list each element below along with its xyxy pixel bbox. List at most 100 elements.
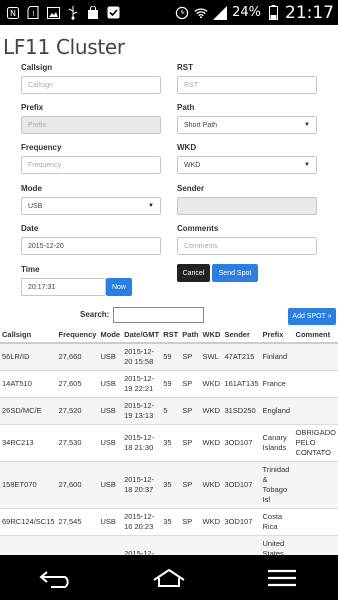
back-button[interactable] [26, 563, 86, 593]
sd-card-icon: ! [26, 6, 40, 20]
column-header-path[interactable]: Path [180, 327, 201, 344]
table-row[interactable]: 14AT510 27,605 USB 2015-12-19 22:21 59 SP WKD 1… [0, 370, 338, 398]
spots-table: Callsign Frequency Mode Date/GMT RST Path WKD S… [0, 327, 338, 555]
now-button[interactable]: Now [106, 278, 132, 296]
column-header-callsign[interactable]: Callsign [0, 327, 57, 344]
table-header-row: Callsign Frequency Mode Date/GMT RST Path WKD S… [0, 327, 338, 344]
search-label: Search: [80, 310, 110, 319]
comments-label: Comments [177, 224, 219, 233]
cell-comment [293, 535, 338, 555]
column-header-rst[interactable]: RST [161, 327, 181, 344]
prefix-label: Prefix [21, 103, 44, 112]
page-title: LF11 Cluster [3, 35, 125, 59]
cell-sender: 3OD107 [222, 535, 261, 555]
callsign-label: Callsign [21, 63, 53, 72]
search-input[interactable] [113, 307, 204, 323]
cell-comment [293, 508, 338, 536]
cell-sender: 3OD107 [222, 424, 261, 462]
rst-input[interactable]: RST [177, 76, 317, 94]
svg-text:!: ! [33, 11, 35, 18]
alarm-icon [175, 6, 189, 20]
column-header-prefix[interactable]: Prefix [260, 327, 294, 344]
cell-mode: USB [98, 535, 123, 555]
frequency-label: Frequency [21, 143, 62, 152]
cell-mode: USB [98, 461, 123, 509]
wkd-select[interactable]: WKD ▼ [177, 156, 317, 174]
cell-date-gmt: 2015-12-20 15:58 [122, 342, 162, 371]
home-button[interactable] [139, 563, 199, 593]
battery-percent: 24% [232, 5, 261, 20]
image-icon [46, 6, 60, 20]
cell-prefix: Costa Rica [260, 508, 294, 536]
wkd-label: WKD [177, 143, 197, 152]
check-shield-icon [106, 6, 120, 20]
cell-comment [293, 397, 338, 425]
cell-mode: USB [98, 370, 123, 398]
cell-frequency: 27,620 [56, 535, 99, 555]
cell-wkd: WKD [200, 508, 223, 536]
cell-wkd: WKD [200, 461, 223, 509]
mode-select[interactable]: USB ▼ [21, 197, 161, 215]
time-input[interactable]: 20:17:31 [21, 278, 106, 296]
table-row[interactable]: 26SD/MC/E 27,520 USB 2015-12-19 13:13 5 SP WKD… [0, 397, 338, 425]
cell-sender: 161AT135 [222, 370, 261, 398]
table-row[interactable]: 34RC213 27,530 USB 2015-12-18 21:30 35 SP WKD 3… [0, 424, 338, 462]
cell-path: SP [180, 342, 201, 371]
cell-frequency: 27,530 [56, 424, 99, 462]
cell-frequency: 27,605 [56, 370, 99, 398]
cell-callsign: 158ET070 [0, 461, 57, 509]
cell-path: SP [180, 424, 201, 462]
path-select[interactable]: Short Path ▼ [177, 116, 317, 134]
column-header-date-gmt[interactable]: Date/GMT [122, 327, 162, 344]
date-input[interactable]: 2015-12-20 [21, 237, 161, 255]
column-header-comment[interactable]: Comment [293, 327, 338, 344]
column-header-sender[interactable]: Sender [222, 327, 261, 344]
send-spot-button[interactable]: Send Spot [212, 264, 258, 282]
column-header-wkd[interactable]: WKD [200, 327, 223, 344]
cell-prefix: Finland [260, 342, 294, 371]
cell-wkd: WKD [200, 370, 223, 398]
signal-icon [213, 5, 228, 20]
cell-rst: 35 [161, 508, 181, 536]
bag-icon [86, 6, 100, 20]
cell-comment: OBRIGADO PELO CONTATO [293, 424, 338, 462]
cell-callsign: 14AT510 [0, 370, 57, 398]
cell-comment [293, 370, 338, 398]
column-header-frequency[interactable]: Frequency [56, 327, 99, 344]
status-bar: N ! 24% 21:17 [0, 0, 338, 25]
cell-date-gmt: 2015-12-19 13:13 [122, 397, 162, 425]
column-header-mode[interactable]: Mode [98, 327, 123, 344]
table-row[interactable]: 158ET070 27,600 USB 2015-12-18 20:37 35 SP WKD… [0, 461, 338, 509]
cell-mode: USB [98, 342, 123, 371]
cell-rst: 35 [161, 461, 181, 509]
mode-select-value: USB [28, 202, 43, 210]
add-spot-button[interactable]: Add SPOT » [288, 308, 336, 325]
table-row[interactable]: 56LR/ID 27,660 USB 2015-12-20 15:58 59 SP SWL 4… [0, 342, 338, 371]
clock: 21:17 [285, 2, 334, 23]
table-row[interactable]: 2AT78827,620USB2015-12-14 21:5710SPWKD3O… [0, 535, 338, 555]
cell-frequency: 27,600 [56, 461, 99, 509]
n-icon: N [6, 6, 20, 20]
callsign-input[interactable]: Callsign [21, 76, 161, 94]
frequency-input[interactable]: Frequency [21, 156, 161, 174]
svg-text:N: N [10, 9, 16, 18]
sender-label: Sender [177, 184, 205, 193]
cell-comment [293, 461, 338, 509]
comments-input[interactable]: Comments [177, 237, 317, 255]
cell-frequency: 27,545 [56, 508, 99, 536]
cell-sender: 3OD107 [222, 461, 261, 509]
menu-button[interactable] [252, 563, 312, 593]
chevron-down-icon: ▼ [148, 203, 154, 209]
wkd-select-value: WKD [184, 161, 201, 169]
cell-prefix: England [260, 397, 294, 425]
menu-icon [267, 569, 296, 586]
cell-wkd: SWL [200, 342, 223, 371]
cell-comment [293, 342, 338, 371]
cell-prefix: Trinidad & Tobago Isl [260, 461, 294, 509]
cell-rst: 59 [161, 342, 181, 371]
cancel-button[interactable]: Cancel [177, 264, 210, 282]
cell-date-gmt: 2015-12-18 20:37 [122, 461, 162, 509]
table-row[interactable]: 69RC124/SC15 27,545 USB 2015-12-16 20:23 35 S… [0, 508, 338, 536]
cell-callsign: 69RC124/SC15 [0, 508, 57, 536]
cell-prefix: Canary Islands [260, 424, 294, 462]
